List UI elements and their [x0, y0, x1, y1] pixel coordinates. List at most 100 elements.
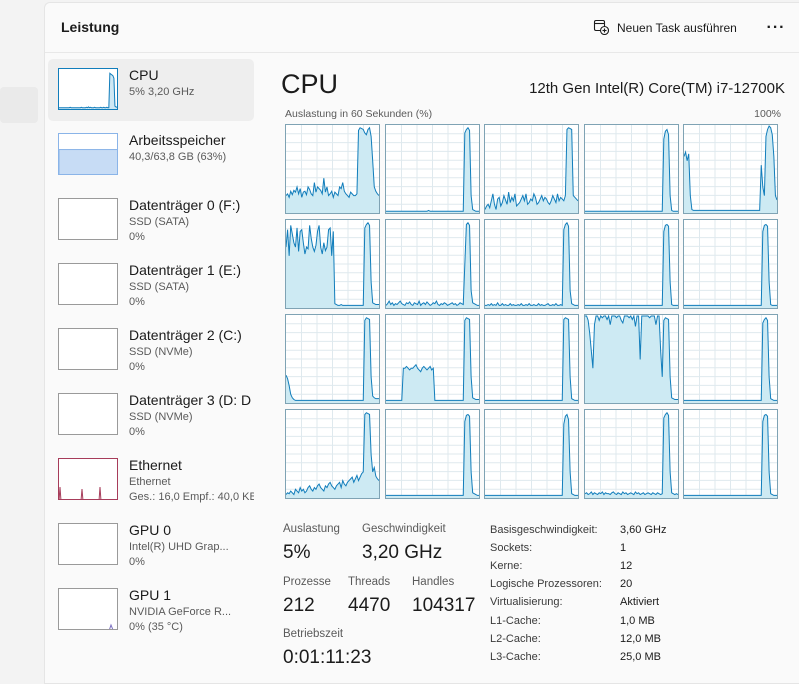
- processes-value: 212: [283, 595, 315, 616]
- spec-label: Virtualisierung:: [490, 596, 563, 609]
- core-graphs-grid: [285, 124, 779, 500]
- core-graph: [285, 409, 380, 499]
- sidebar-item-detail-2: 0%: [129, 361, 145, 373]
- thumbnail-graph: [58, 133, 118, 175]
- spec-value: 12,0 MB: [620, 632, 661, 645]
- sidebar-item-cpu[interactable]: CPU 5% 3,20 GHz: [48, 59, 254, 121]
- sidebar-item-detail: Ethernet: [129, 476, 171, 488]
- sidebar-item-detail-2: 0%: [129, 296, 145, 308]
- spec-value: 1,0 MB: [620, 614, 655, 627]
- sidebar-item-name: CPU: [129, 67, 159, 83]
- spec-value: 25,0 MB: [620, 650, 661, 663]
- core-graph: [484, 409, 579, 499]
- core-graph: [583, 409, 679, 499]
- core-graph: [384, 409, 480, 499]
- uptime-label: Betriebszeit: [283, 628, 344, 640]
- core-graph: [484, 124, 579, 214]
- sidebar-item-detail-2: 0% (35 °C): [129, 621, 183, 633]
- util-label: Auslastung: [283, 523, 340, 535]
- thumbnail-graph: [58, 328, 118, 370]
- threads-value: 4470: [348, 595, 391, 616]
- spec-label: Logische Prozessoren:: [490, 578, 602, 591]
- core-graph: [384, 124, 480, 214]
- spec-value: Aktiviert: [620, 596, 660, 609]
- speed-label: Geschwindigkeit: [362, 523, 446, 535]
- sidebar-item-name: Datenträger 2 (C:): [129, 327, 242, 343]
- sidebar-item-detail-2: 0%: [129, 556, 145, 568]
- ethernet-spike: [59, 486, 62, 499]
- sidebar-item-name: Datenträger 3 (D: D: [129, 392, 252, 408]
- sidebar-item-detail: 5% 3,20 GHz: [129, 86, 195, 98]
- spec-value: 20: [620, 578, 633, 591]
- sidebar-item-empty[interactable]: Datenträger 2 (C:) SSD (NVMe) 0%: [48, 319, 254, 381]
- sidebar-item-detail: 40,3/63,8 GB (63%): [129, 151, 227, 163]
- page-title: Leistung: [61, 19, 120, 35]
- sidebar-item-detail: NVIDIA GeForce R...: [129, 606, 232, 618]
- thumbnail-graph: [58, 263, 118, 305]
- uptime-value: 0:01:11:23: [283, 647, 372, 668]
- sidebar-item-name: GPU 0: [129, 522, 172, 538]
- graph-caption: Auslastung in 60 Sekunden (%): [285, 108, 433, 120]
- sidebar-item-eth[interactable]: Ethernet Ethernet Ges.: 16,0 Empf.: 40,0 K…: [48, 449, 254, 511]
- gpu1-trace: [109, 623, 114, 629]
- memory-level-fill: [59, 149, 117, 174]
- sidebar-item-gpu1[interactable]: GPU 1 NVIDIA GeForce R... 0% (35 °C): [48, 579, 254, 641]
- core-graph: [285, 219, 380, 309]
- spec-label: L3-Cache:: [490, 650, 541, 663]
- handles-value: 104317: [412, 595, 476, 616]
- core-graph: [583, 314, 679, 404]
- thumbnail-graph: [58, 458, 118, 500]
- sidebar-item-empty[interactable]: Datenträger 1 (E:) SSD (SATA) 0%: [48, 254, 254, 316]
- core-graph: [384, 314, 480, 404]
- core-graph: [683, 314, 778, 404]
- sidebar-item-name: Arbeitsspeicher: [129, 132, 226, 148]
- navigation-rail: [0, 0, 44, 684]
- sidebar-item-name: Datenträger 0 (F:): [129, 197, 241, 213]
- more-options-button[interactable]: ···: [763, 15, 789, 41]
- threads-label: Threads: [348, 576, 391, 588]
- sidebar-item-gpu0[interactable]: GPU 0 Intel(R) UHD Grap... 0%: [48, 514, 254, 576]
- core-graph: [683, 124, 778, 214]
- spec-value: 1: [620, 542, 627, 555]
- spec-label: Basisgeschwindigkeit:: [490, 524, 598, 536]
- performance-panel: Leistung Neuen Task ausführen ··· CPU 5% …: [44, 2, 799, 684]
- core-graph: [285, 314, 380, 404]
- run-new-task-button[interactable]: Neuen Task ausführen: [593, 16, 737, 40]
- spec-label: L2-Cache:: [490, 632, 541, 645]
- speed-value: 3,20 GHz: [362, 542, 443, 563]
- spec-value: 12: [620, 560, 633, 573]
- sidebar-item-name: Datenträger 1 (E:): [129, 262, 242, 278]
- core-graph: [484, 219, 579, 309]
- thumbnail-graph: [58, 198, 118, 240]
- sidebar-item-detail: SSD (SATA): [129, 281, 190, 293]
- sidebar-item-detail: SSD (NVMe): [129, 346, 193, 358]
- processes-label: Prozesse: [283, 576, 331, 588]
- sidebar-item-name: GPU 1: [129, 587, 172, 603]
- thumbnail-graph: [58, 523, 118, 565]
- core-graph: [683, 219, 778, 309]
- spec-value: 3,60 GHz: [620, 524, 667, 536]
- header: Leistung Neuen Task ausführen ···: [45, 3, 799, 53]
- sidebar-item-detail-2: 0%: [129, 231, 145, 243]
- thumbnail-graph: [58, 588, 118, 630]
- run-task-icon: [593, 19, 610, 38]
- ethernet-spike: [98, 486, 102, 499]
- spec-label: L1-Cache:: [490, 614, 541, 627]
- sidebar-item-mem[interactable]: Arbeitsspeicher 40,3/63,8 GB (63%): [48, 124, 254, 186]
- core-graph: [583, 124, 679, 214]
- sidebar-item-detail: SSD (NVMe): [129, 411, 193, 423]
- core-graph: [285, 124, 380, 214]
- sidebar-item-detail-2: Ges.: 16,0 Empf.: 40,0 KBit/s: [129, 491, 254, 503]
- core-graph: [484, 314, 579, 404]
- util-value: 5%: [283, 542, 311, 563]
- core-graph: [384, 219, 480, 309]
- sidebar-item-empty[interactable]: Datenträger 3 (D: D SSD (NVMe) 0%: [48, 384, 254, 446]
- sidebar-item-empty[interactable]: Datenträger 0 (F:) SSD (SATA) 0%: [48, 189, 254, 251]
- handles-label: Handles: [412, 576, 455, 588]
- ethernet-spike: [80, 488, 84, 499]
- sidebar-item-detail: SSD (SATA): [129, 216, 190, 228]
- sidebar-item-detail: Intel(R) UHD Grap...: [129, 541, 229, 553]
- core-graph: [583, 219, 679, 309]
- core-graph: [683, 409, 778, 499]
- nav-item-performance[interactable]: [0, 87, 38, 123]
